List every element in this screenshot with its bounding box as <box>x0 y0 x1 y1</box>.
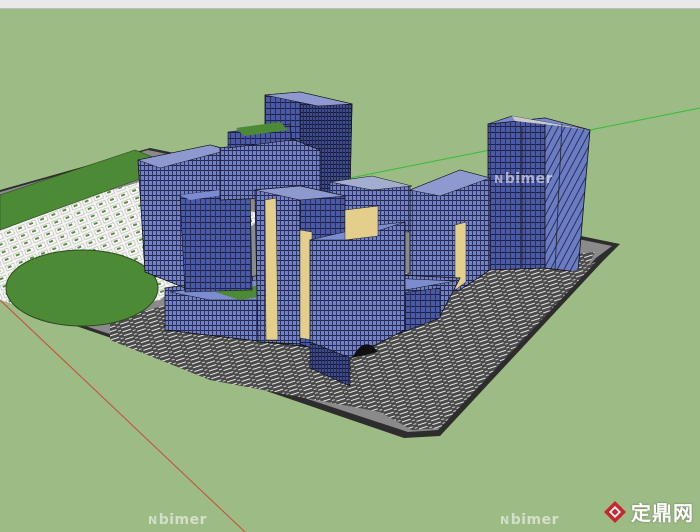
site-logo: 定鼎网 <box>603 497 694 526</box>
logo-text: 定鼎网 <box>631 501 694 525</box>
tower-right[interactable] <box>487 115 591 273</box>
watermark-bottom-left: Nbimer <box>148 512 208 528</box>
3d-scene[interactable] <box>0 0 700 532</box>
model-viewport[interactable]: Nbimer Nbimer Nbimer 定鼎网 <box>0 0 700 532</box>
watermark-bottom-right: Nbimer <box>500 512 560 528</box>
watermark-center: Nbimer <box>494 171 554 187</box>
house-diamond-icon <box>603 500 627 524</box>
round-lawn <box>5 249 159 327</box>
